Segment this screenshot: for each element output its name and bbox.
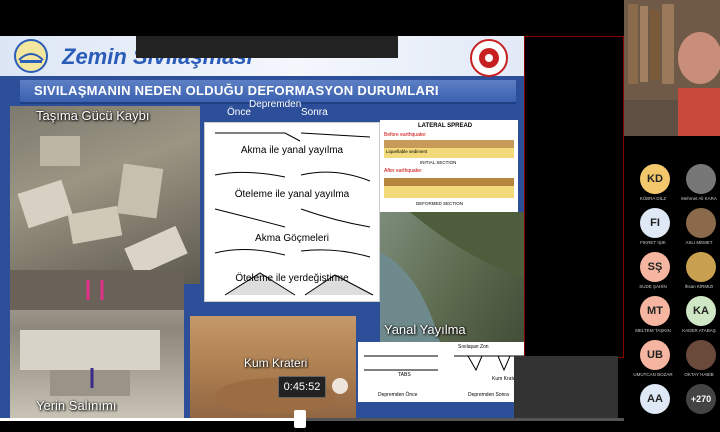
before-earthquake-label: Before earthquake: [384,132,427,138]
participant-avatar [686,208,716,238]
participant-name: İhsan KİRMIZI [684,284,714,289]
participant-avatar: SŞ [640,252,670,282]
participant-tile[interactable]: ASLI MEMET [676,204,720,250]
participant-tile[interactable]: İhsan KİRMIZI [676,248,720,294]
screen-share-border [524,36,624,358]
participant-tile[interactable]: AA [630,380,676,426]
tabs-label: TABS [398,372,411,378]
initial-section-label: INITIAL SECTION [420,160,457,165]
video-progress-fill [0,418,300,421]
diagram-item-1: Akma ile yanal yayılma [240,145,344,156]
label-ground-settlement: Yerin Salınımı [36,398,117,413]
deformed-section-label: DEFORMED SECTION [416,201,464,206]
liquefied-zone-label: Sıvılaşan Zon [458,344,489,350]
diagram-item-2: Öteleme ile yanal yayılma [234,189,350,200]
redacted-overlay [136,36,398,58]
label-after: Sonra [301,107,328,118]
video-progress-handle[interactable] [293,410,306,428]
participant-tile[interactable]: OKTAY HABİB [676,336,720,382]
liquefiable-layer: Liquefiable sediment [384,148,514,158]
participant-avatar [686,340,716,370]
participant-avatar: +270 [686,384,716,414]
deformed-liquefiable-layer [384,186,514,198]
diagram-item-3: Akma Göçmeleri [255,233,329,244]
university-logo-left [14,39,48,73]
participant-tile[interactable]: KA KADER ATABAŞ [676,292,720,338]
after-earthquake-label: After earthquake: [384,168,423,174]
slide-heading: SIVILAŞMANIN NEDEN OLDUĞU DEFORMASYON DU… [34,83,439,98]
participant-name: MELTEM TAŞKIN [635,328,671,333]
participant-avatar: KD [640,164,670,194]
photo-bearing-capacity-loss: Taşıma Gücü Kaybı [10,106,200,284]
label-sand-crater: Kum Krateri [244,356,308,370]
participant-avatar [686,164,716,194]
photo-ground-settlement: Yerin Salınımı [10,270,184,418]
participant-tile[interactable]: MT MELTEM TAŞKIN [630,292,676,338]
participant-name: KADER ATABAŞ [682,328,716,333]
participant-avatar: KA [686,296,716,326]
after-earthquake-caption: Depremden Sonra [468,392,509,398]
participant-tile[interactable]: KD KÜBRA DİLZ [630,160,676,206]
sand-boil-diagram: TABS Depremden Önce Depremden Sonra Sıvı… [358,342,536,402]
label-before: Önce [227,107,251,118]
participant-name: FIKRET IŞIK [640,240,666,245]
before-earthquake-caption: Depremden Önce [378,392,418,398]
participant-name: SUDE ŞAHİN [639,284,667,289]
label-after-earthquake: Depremden [249,99,302,110]
section-top-layer [384,140,514,148]
university-logo-right [470,39,508,77]
label-bearing-capacity-loss: Taşıma Gücü Kaybı [36,108,150,123]
seek-time-tooltip: 0:45:52 [278,376,326,398]
photo-sand-crater: Kum Krateri [190,316,356,420]
diagram-item-4: Öteleme ile yerdeğiştirme [235,273,349,284]
participant-name: KÜBRA DİLZ [639,196,667,201]
participant-avatar: FI [640,208,670,238]
participant-avatar: MT [640,296,670,326]
participant-tile[interactable]: Mehmet Ali KARA [676,160,720,206]
presentation-slide: Zemin Sıvılaşması SIVILAŞMANIN NEDEN OLD… [0,36,536,420]
participant-avatar: AA [640,384,670,414]
participant-name: OKTAY HABİB [684,372,714,377]
liquefaction-types-diagram: Önce Depremden Sonra Akma ile yanal yayı… [204,99,380,302]
participant-name: Mehmet Ali KARA [681,196,717,201]
participant-avatar [686,252,716,282]
participant-tile[interactable]: +270 [676,380,720,426]
participant-tile[interactable]: SŞ SUDE ŞAHİN [630,248,676,294]
photo-lateral-spread: Yanal Yayılma [380,212,536,342]
speaker-camera [624,0,720,136]
label-lateral-spread: Yanal Yayılma [384,322,466,337]
redacted-overlay-bottom [514,356,618,418]
participant-tile[interactable]: FI FIKRET IŞIK [630,204,676,250]
participant-name: ASLI MEMET [685,240,713,245]
lateral-spread-title: LATERAL SPREAD [418,123,473,129]
participant-avatar: UB [640,340,670,370]
deformed-top-layer [384,178,514,186]
lateral-spread-diagram: LATERAL SPREAD Before earthquake: Liquef… [380,120,518,212]
participant-name: UMUTCAN BOZAR [633,372,673,377]
participant-tile[interactable]: UB UMUTCAN BOZAR [630,336,676,382]
